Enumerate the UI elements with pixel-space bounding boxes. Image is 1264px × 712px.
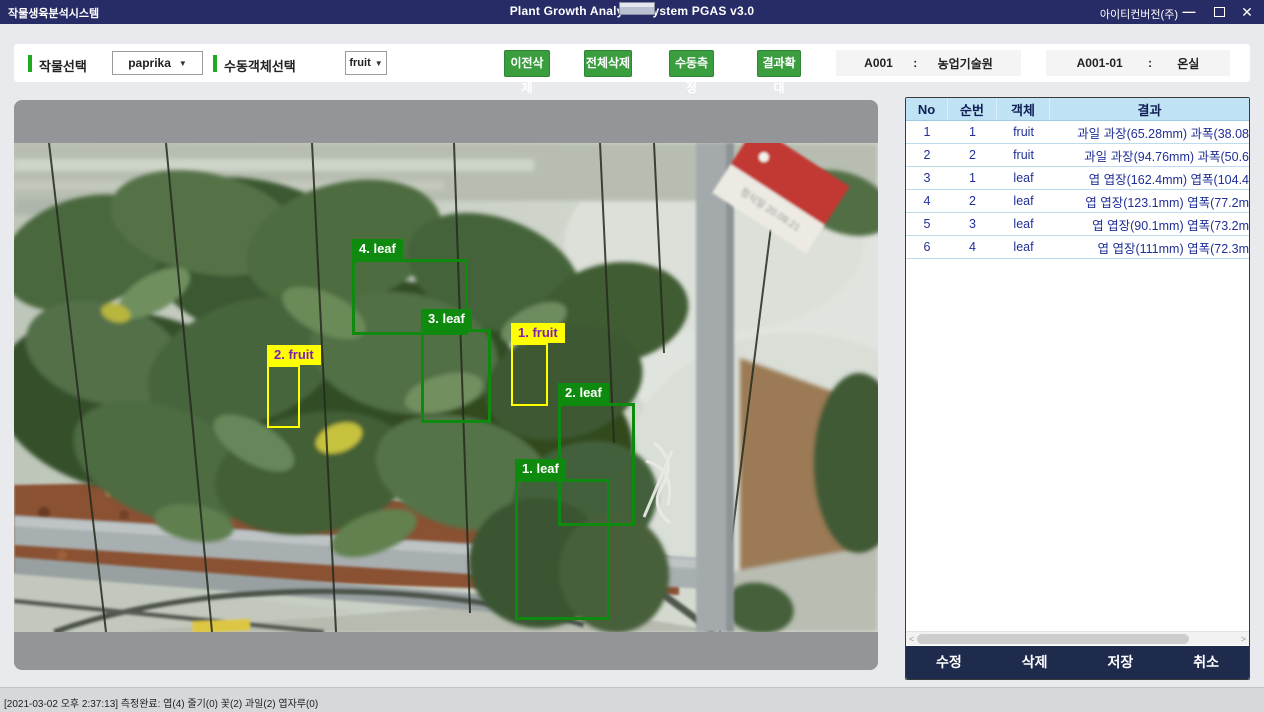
column-header-no: No [906,98,948,120]
house-code: A001-01 [1077,56,1123,70]
scroll-left-icon[interactable]: < [909,634,914,644]
detection-label: 3. leaf [421,309,472,329]
table-cell: 과일 과장(65.28mm) 과폭(38.08 [1050,123,1249,142]
site-info-box: A001 : 농업기술원 [836,50,1021,76]
table-cell: 3 [906,171,948,185]
detection-label: 4. leaf [352,239,403,259]
save-button[interactable]: 저장 [1078,646,1164,679]
object-select-dropdown[interactable]: fruit ▼ [345,51,387,75]
site-code: A001 [864,56,893,70]
table-cell: 엽 엽장(123.1mm) 엽폭(77.2m [1050,192,1249,211]
table-row[interactable]: 22fruit과일 과장(94.76mm) 과폭(50.6 [906,144,1249,167]
table-header: No 순번 객체 결과 [906,98,1249,121]
crop-select-label: 작물선택 [39,56,87,75]
chevron-down-icon: ▼ [375,59,383,68]
toolbar: 작물선택 paprika ▼ 수동객체선택 fruit ▼ 이전삭제 전체삭제 … [14,44,1250,82]
table-row[interactable]: 64leaf엽 엽장(111mm) 엽폭(72.3m [906,236,1249,259]
table-row[interactable]: 31leaf엽 엽장(162.4mm) 엽폭(104.4 [906,167,1249,190]
house-name: 온실 [1177,55,1199,72]
table-cell: fruit [997,125,1050,139]
table-row[interactable]: 11fruit과일 과장(65.28mm) 과폭(38.08 [906,121,1249,144]
chevron-down-icon: ▼ [179,59,187,68]
table-cell: fruit [997,148,1050,162]
table-cell: 1 [906,125,948,139]
table-cell: 1 [948,171,997,185]
scroll-right-icon[interactable]: > [1241,634,1246,644]
crop-select-value: paprika [128,56,171,70]
column-header-seq: 순번 [948,98,997,120]
title-bar: 작물생육분석시스템 Plant Growth Analysis System P… [0,0,1264,24]
table-row[interactable]: 42leaf엽 엽장(123.1mm) 엽폭(77.2m [906,190,1249,213]
delete-button[interactable]: 삭제 [992,646,1078,679]
maximize-button[interactable] [1204,0,1234,24]
column-header-object: 객체 [997,98,1050,120]
object-select-label: 수동객체선택 [224,56,296,75]
table-cell: 1 [948,125,997,139]
table-cell: 2 [906,148,948,162]
status-message: [2021-03-02 오후 2:37:13] 측정완료: 엽(4) 줄기(0)… [4,695,318,710]
detection-box-1-fruit[interactable] [511,343,548,406]
site-name: 농업기술원 [938,55,993,72]
mini-window-icon [619,2,655,15]
table-row[interactable]: 53leaf엽 엽장(90.1mm) 엽폭(73.2m [906,213,1249,236]
detection-box-3-leaf[interactable] [421,329,491,423]
detection-box-2-fruit[interactable] [267,365,300,428]
result-zoom-button[interactable]: 결과확대 [757,50,801,77]
object-select-value: fruit [349,57,370,69]
manual-measure-button[interactable]: 수동측정 [669,50,714,77]
table-cell: leaf [997,171,1050,185]
table-cell: leaf [997,217,1050,231]
table-cell: 과일 과장(94.76mm) 과폭(50.6 [1050,146,1249,165]
table-cell: 5 [906,217,948,231]
panel-button-bar: 수정 삭제 저장 취소 [906,646,1249,679]
table-cell: leaf [997,240,1050,254]
detection-label: 1. fruit [511,323,565,343]
company-name: 아이티컨버전(주) [1100,6,1178,22]
results-panel: No 순번 객체 결과 11fruit과일 과장(65.28mm) 과폭(38.… [905,97,1250,680]
table-cell: 3 [948,217,997,231]
table-cell: 엽 엽장(90.1mm) 엽폭(73.2m [1050,215,1249,234]
status-bar: [2021-03-02 오후 2:37:13] 측정완료: 엽(4) 줄기(0)… [0,687,1264,712]
delete-all-button[interactable]: 전체삭제 [584,50,632,77]
object-select-marker [213,55,217,72]
crop-select-marker [28,55,32,72]
scrollbar-thumb[interactable] [917,634,1189,644]
close-button[interactable]: ✕ [1232,0,1262,24]
table-cell: 엽 엽장(111mm) 엽폭(72.3m [1050,238,1249,257]
table-cell: 4 [906,194,948,208]
house-separator: : [1148,56,1152,70]
house-info-box: A001-01 : 온실 [1046,50,1230,76]
table-body: 11fruit과일 과장(65.28mm) 과폭(38.0822fruit과일 … [906,121,1249,259]
cancel-button[interactable]: 취소 [1163,646,1249,679]
detection-label: 2. fruit [267,345,321,365]
table-cell: 엽 엽장(162.4mm) 엽폭(104.4 [1050,169,1249,188]
site-separator: : [913,56,917,70]
delete-previous-button[interactable]: 이전삭제 [504,50,550,77]
detection-label: 1. leaf [515,459,566,479]
camera-image-view[interactable]: 정식일 20.09.21 4. leaf3. leaf1. fruit2. fr… [14,100,878,670]
minimize-button[interactable]: — [1174,0,1204,24]
table-cell: 6 [906,240,948,254]
crop-select-dropdown[interactable]: paprika ▼ [112,51,203,75]
edit-button[interactable]: 수정 [906,646,992,679]
detection-label: 2. leaf [558,383,609,403]
table-cell: leaf [997,194,1050,208]
table-cell: 4 [948,240,997,254]
overlay-layer: 4. leaf 3. leaf 1. fruit 2. fruit 2. leaf 1. … [14,100,878,670]
detection-box-1-leaf[interactable] [515,479,610,620]
table-cell: 2 [948,148,997,162]
column-header-result: 결과 [1050,98,1249,120]
table-cell: 2 [948,194,997,208]
maximize-icon [1214,7,1225,17]
horizontal-scrollbar[interactable]: < > [906,631,1249,645]
